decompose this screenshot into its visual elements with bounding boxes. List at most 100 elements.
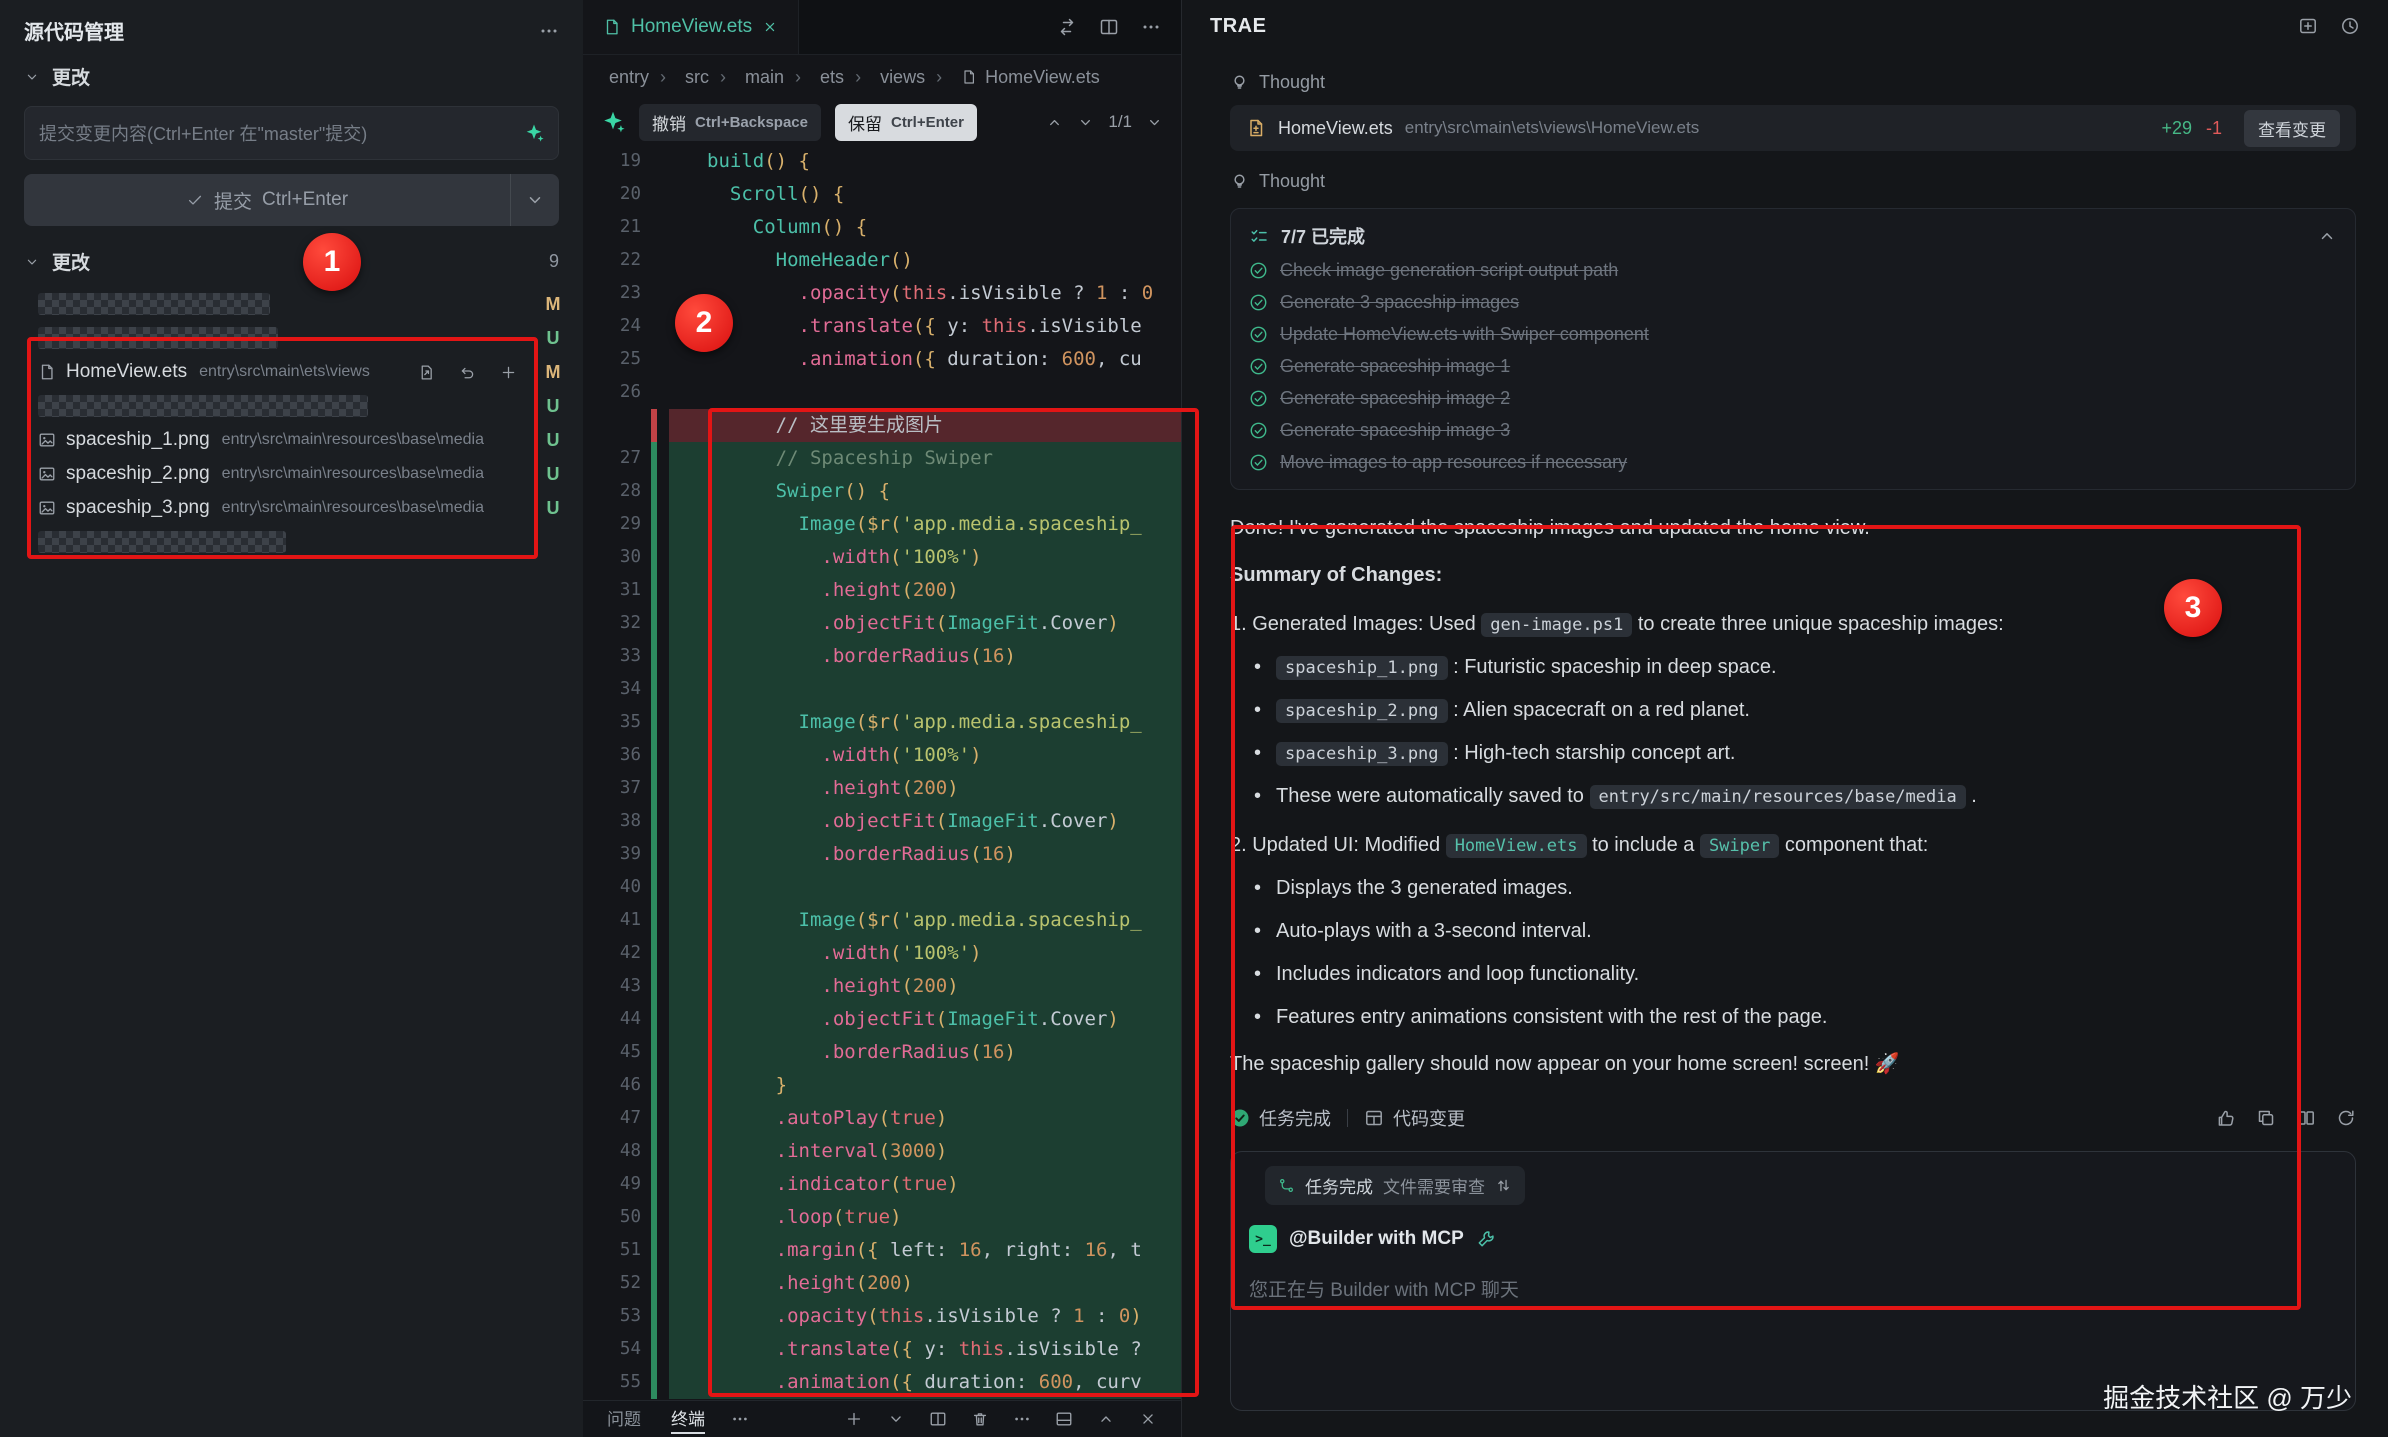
next-change-icon[interactable]	[1077, 114, 1094, 131]
ai-sparkle-icon[interactable]	[601, 110, 625, 134]
discard-diff-button[interactable]: 撤销 Ctrl+Backspace	[639, 104, 821, 141]
code-editor[interactable]: 19build() {20 Scroll() {21 Column() {22 …	[583, 145, 1181, 1400]
chevron-down-icon[interactable]	[24, 254, 40, 270]
code-line[interactable]: 24 .translate({ y: this.isVisible	[583, 310, 1181, 343]
code-line[interactable]: 33 .borderRadius(16)	[583, 640, 1181, 673]
close-panel-icon[interactable]	[1139, 1410, 1157, 1428]
thumbs-up-icon[interactable]	[2216, 1108, 2236, 1128]
file-row[interactable]: spaceship_3.pngentry\src\main\resources\…	[0, 491, 583, 525]
close-tab-icon[interactable]	[762, 19, 778, 35]
split-terminal-icon[interactable]	[929, 1410, 947, 1428]
view-changes-button[interactable]: 查看变更	[2244, 110, 2340, 147]
new-terminal-icon[interactable]	[845, 1410, 863, 1428]
collapse-diffbar-icon[interactable]	[1146, 114, 1163, 131]
code-line[interactable]: 22 HomeHeader()	[583, 244, 1181, 277]
changes-tree-header[interactable]: 更改 9	[0, 226, 583, 283]
thought-row[interactable]: Thought	[1230, 171, 2356, 192]
code-line[interactable]: 46 }	[583, 1069, 1181, 1102]
more-actions-icon[interactable]	[539, 21, 559, 41]
commit-message-input[interactable]: 提交变更内容(Ctrl+Enter 在"master"提交)	[24, 106, 559, 160]
code-line[interactable]: 25 .animation({ duration: 600, cu	[583, 343, 1181, 376]
code-changes-link[interactable]: 代码变更	[1364, 1105, 1465, 1131]
code-line[interactable]: 30 .width('100%')	[583, 541, 1181, 574]
code-line[interactable]: 44 .objectFit(ImageFit.Cover)	[583, 1003, 1181, 1036]
file-row[interactable]: spaceship_1.pngentry\src\main\resources\…	[0, 423, 583, 457]
tab-homeview[interactable]: HomeView.ets	[583, 0, 799, 54]
terminal-picker-icon[interactable]	[887, 1410, 905, 1428]
file-row-redacted[interactable]: U	[0, 389, 583, 423]
breadcrumb-item[interactable]: entry	[609, 67, 649, 88]
file-change-card[interactable]: HomeView.ets entry\src\main\ets\views\Ho…	[1230, 105, 2356, 151]
file-row-redacted[interactable]	[0, 525, 583, 559]
copy-icon[interactable]	[2256, 1108, 2276, 1128]
review-status-chip[interactable]: 任务完成 文件需要审查	[1265, 1166, 1525, 1205]
code-line[interactable]: 26	[583, 376, 1181, 409]
more-actions-icon[interactable]	[1141, 17, 1161, 37]
split-view-icon[interactable]	[2296, 1108, 2316, 1128]
more-actions-icon[interactable]	[1013, 1410, 1031, 1428]
thought-row[interactable]: Thought	[1230, 72, 2356, 93]
open-changes-icon[interactable]	[1057, 17, 1077, 37]
breadcrumb-item[interactable]: main	[709, 67, 784, 88]
code-line[interactable]: 29 Image($r('app.media.spaceship_	[583, 508, 1181, 541]
new-chat-icon[interactable]	[2298, 16, 2318, 36]
code-line[interactable]: 21 Column() {	[583, 211, 1181, 244]
regenerate-icon[interactable]	[2336, 1108, 2356, 1128]
stage-changes-icon[interactable]	[500, 364, 517, 381]
code-line[interactable]: 19build() {	[583, 145, 1181, 178]
breadcrumb-item[interactable]: views	[844, 67, 925, 88]
code-line[interactable]: 55 .animation({ duration: 600, curv	[583, 1366, 1181, 1399]
chevron-down-icon[interactable]	[24, 69, 40, 85]
maximize-panel-icon[interactable]	[1097, 1410, 1115, 1428]
file-row[interactable]: spaceship_2.pngentry\src\main\resources\…	[0, 457, 583, 491]
code-line[interactable]: 51 .margin({ left: 16, right: 16, t	[583, 1234, 1181, 1267]
agent-mention-row[interactable]: >_ @Builder with MCP	[1249, 1225, 2337, 1253]
code-line[interactable]: 50 .loop(true)	[583, 1201, 1181, 1234]
code-line[interactable]: 49 .indicator(true)	[583, 1168, 1181, 1201]
kill-terminal-icon[interactable]	[971, 1410, 989, 1428]
ai-sparkle-icon[interactable]	[524, 123, 544, 143]
panel-tab[interactable]: 问题	[607, 1405, 641, 1434]
code-line[interactable]: 32 .objectFit(ImageFit.Cover)	[583, 607, 1181, 640]
code-line[interactable]: 54 .translate({ y: this.isVisible ?	[583, 1333, 1181, 1366]
code-line[interactable]: 27 // Spaceship Swiper	[583, 442, 1181, 475]
code-line[interactable]: 53 .opacity(this.isVisible ? 1 : 0)	[583, 1300, 1181, 1333]
code-line[interactable]: 35 Image($r('app.media.spaceship_	[583, 706, 1181, 739]
more-panel-tabs-icon[interactable]	[731, 1410, 749, 1428]
chat-input-placeholder[interactable]: 您正在与 Builder with MCP 聊天	[1249, 1275, 2337, 1302]
task-list-header[interactable]: 7/7 已完成	[1249, 223, 2337, 249]
code-line[interactable]: // 这里要生成图片	[583, 409, 1181, 442]
split-editor-icon[interactable]	[1099, 17, 1119, 37]
code-line[interactable]: 41 Image($r('app.media.spaceship_	[583, 904, 1181, 937]
code-line[interactable]: 42 .width('100%')	[583, 937, 1181, 970]
code-line[interactable]: 36 .width('100%')	[583, 739, 1181, 772]
code-line[interactable]: 52 .height(200)	[583, 1267, 1181, 1300]
history-icon[interactable]	[2340, 16, 2360, 36]
panel-tab[interactable]: 终端	[671, 1405, 705, 1434]
collapse-tasks-icon[interactable]	[2317, 226, 2337, 246]
code-line[interactable]: 40	[583, 871, 1181, 904]
discard-changes-icon[interactable]	[459, 364, 476, 381]
keep-diff-button[interactable]: 保留 Ctrl+Enter	[835, 104, 977, 141]
open-file-icon[interactable]	[418, 364, 435, 381]
panel-layout-icon[interactable]	[1055, 1410, 1073, 1428]
code-line[interactable]: 43 .height(200)	[583, 970, 1181, 1003]
repo-section-row[interactable]: 更改	[0, 53, 583, 100]
code-line[interactable]: 37 .height(200)	[583, 772, 1181, 805]
chat-input-container[interactable]: 任务完成 文件需要审查 >_ @Builder with MCP 您正在与 Bu…	[1230, 1151, 2356, 1411]
file-row-redacted[interactable]: U	[0, 321, 583, 355]
breadcrumb-item[interactable]: HomeView.ets	[925, 67, 1100, 88]
code-line[interactable]: 45 .borderRadius(16)	[583, 1036, 1181, 1069]
code-line[interactable]: 38 .objectFit(ImageFit.Cover)	[583, 805, 1181, 838]
code-line[interactable]: 47 .autoPlay(true)	[583, 1102, 1181, 1135]
code-line[interactable]: 20 Scroll() {	[583, 178, 1181, 211]
commit-button[interactable]: 提交 Ctrl+Enter	[24, 174, 510, 226]
code-line[interactable]: 48 .interval(3000)	[583, 1135, 1181, 1168]
file-row-redacted[interactable]: M	[0, 287, 583, 321]
prev-change-icon[interactable]	[1046, 114, 1063, 131]
breadcrumb-item[interactable]: ets	[784, 67, 844, 88]
commit-dropdown-button[interactable]	[510, 174, 559, 226]
file-row[interactable]: HomeView.etsentry\src\main\ets\viewsM	[0, 355, 583, 389]
code-line[interactable]: 31 .height(200)	[583, 574, 1181, 607]
code-line[interactable]: 23 .opacity(this.isVisible ? 1 : 0	[583, 277, 1181, 310]
